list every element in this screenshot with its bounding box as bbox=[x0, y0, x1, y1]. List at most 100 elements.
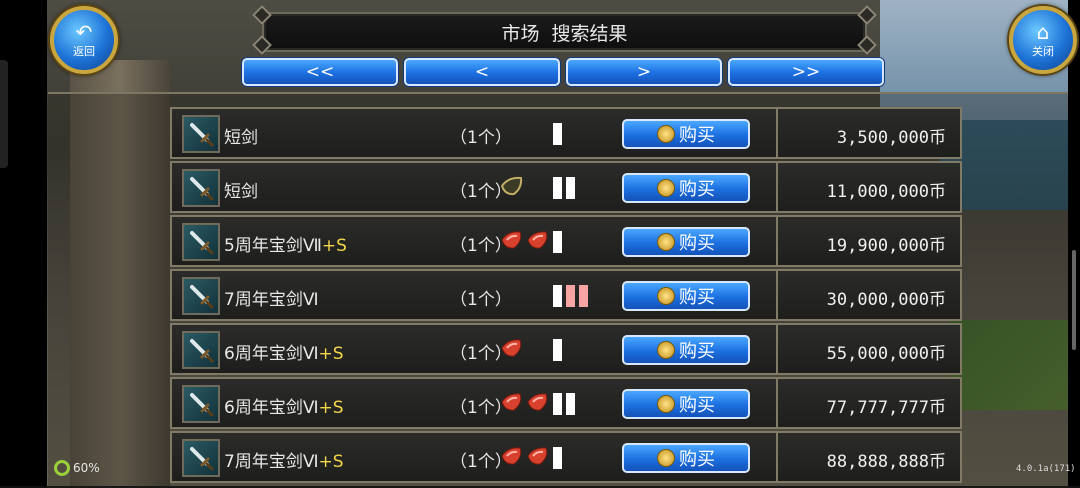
list-item[interactable]: 短剑 （1个） 购买 11,000,000币 bbox=[170, 161, 962, 213]
version-label: 4.0.1a(171) bbox=[1016, 464, 1076, 474]
coin-icon bbox=[657, 179, 675, 197]
search-results-list: 短剑 （1个） 购买 3,500,000币短剑 （1个） 购买 11,000,000币 5周年… bbox=[170, 107, 962, 485]
prev-page-button[interactable]: < bbox=[404, 58, 560, 86]
column-divider bbox=[776, 217, 778, 265]
battery-indicator: 60% bbox=[54, 460, 100, 476]
durability-bars bbox=[553, 123, 562, 145]
coin-icon bbox=[657, 287, 675, 305]
prev-page-label: < bbox=[474, 62, 490, 82]
red-gem-icon bbox=[526, 391, 550, 417]
back-button-label: 返回 bbox=[73, 44, 95, 58]
enhancement-label: +S bbox=[318, 398, 344, 418]
item-name: 7周年宝剑Ⅵ+S bbox=[224, 452, 344, 472]
column-divider bbox=[776, 163, 778, 211]
coin-icon bbox=[657, 341, 675, 359]
scrollbar[interactable] bbox=[1072, 250, 1076, 350]
item-name: 短剑 bbox=[224, 182, 258, 202]
durability-bar bbox=[553, 393, 562, 415]
item-count: （1个） bbox=[450, 128, 512, 148]
buy-button[interactable]: 购买 bbox=[622, 443, 750, 473]
item-price: 19,900,000币 bbox=[826, 236, 946, 256]
sword-icon[interactable] bbox=[182, 385, 220, 423]
home-icon: ⌂ bbox=[1036, 19, 1050, 44]
coin-icon bbox=[657, 395, 675, 413]
durability-bar bbox=[553, 339, 562, 361]
back-button[interactable]: ↶ 返回 bbox=[50, 6, 118, 74]
item-price: 30,000,000币 bbox=[826, 290, 946, 310]
red-gem-icon bbox=[500, 337, 524, 363]
buy-button[interactable]: 购买 bbox=[622, 389, 750, 419]
back-arrow-icon: ↶ bbox=[75, 19, 93, 44]
buy-button-label: 购买 bbox=[679, 179, 715, 200]
durability-bar bbox=[553, 231, 562, 253]
durability-bar bbox=[566, 177, 575, 199]
gem-slots bbox=[500, 230, 550, 254]
screen-notch bbox=[0, 60, 8, 168]
durability-bar bbox=[553, 447, 562, 469]
sword-icon[interactable] bbox=[182, 169, 220, 207]
battery-ring-icon bbox=[54, 460, 70, 476]
durability-bar bbox=[553, 285, 562, 307]
durability-bar bbox=[566, 393, 575, 415]
buy-button[interactable]: 购买 bbox=[622, 335, 750, 365]
item-name: 6周年宝剑Ⅵ+S bbox=[224, 398, 344, 418]
sword-icon[interactable] bbox=[182, 223, 220, 261]
red-gem-icon bbox=[526, 229, 550, 255]
sword-icon[interactable] bbox=[182, 331, 220, 369]
column-divider bbox=[776, 325, 778, 373]
list-item[interactable]: 短剑 （1个） 购买 3,500,000币 bbox=[170, 107, 962, 159]
item-price: 77,777,777币 bbox=[826, 398, 946, 418]
sword-icon[interactable] bbox=[182, 115, 220, 153]
title-text: 市场 搜索结果 bbox=[501, 22, 628, 45]
buy-button[interactable]: 购买 bbox=[622, 119, 750, 149]
buy-button-label: 购买 bbox=[679, 449, 715, 470]
seed-slot-icon bbox=[500, 175, 524, 201]
buy-button[interactable]: 购买 bbox=[622, 281, 750, 311]
screen-edge-right bbox=[1068, 0, 1080, 486]
item-price: 55,000,000币 bbox=[826, 344, 946, 364]
item-name: 短剑 bbox=[224, 128, 258, 148]
red-gem-icon bbox=[500, 391, 524, 417]
item-name: 7周年宝剑Ⅵ bbox=[224, 290, 319, 310]
sword-icon[interactable] bbox=[182, 439, 220, 477]
list-item[interactable]: 5周年宝剑Ⅶ+S （1个） 购买 19,900,000币 bbox=[170, 215, 962, 267]
coin-icon bbox=[657, 125, 675, 143]
close-button[interactable]: ⌂ 关闭 bbox=[1009, 6, 1077, 74]
page-title: 市场 搜索结果 bbox=[262, 12, 867, 52]
list-item[interactable]: 6周年宝剑Ⅵ+S （1个） 购买 77,777,777币 bbox=[170, 377, 962, 429]
red-gem-icon bbox=[526, 445, 550, 471]
item-count: （1个） bbox=[450, 290, 512, 310]
enhancement-label: +S bbox=[321, 236, 347, 256]
durability-bars bbox=[553, 285, 588, 307]
item-name: 6周年宝剑Ⅵ+S bbox=[224, 344, 344, 364]
red-gem-icon bbox=[500, 229, 524, 255]
list-item[interactable]: 7周年宝剑Ⅵ （1个） 购买 30,000,000币 bbox=[170, 269, 962, 321]
durability-bars bbox=[553, 447, 562, 469]
buy-button-label: 购买 bbox=[679, 125, 715, 146]
durability-bar bbox=[566, 285, 575, 307]
first-page-label: << bbox=[305, 62, 335, 82]
column-divider bbox=[776, 271, 778, 319]
coin-icon bbox=[657, 233, 675, 251]
buy-button-label: 购买 bbox=[679, 341, 715, 362]
last-page-button[interactable]: >> bbox=[728, 58, 884, 86]
next-page-label: > bbox=[636, 62, 652, 82]
durability-bars bbox=[553, 339, 562, 361]
durability-bars bbox=[553, 177, 575, 199]
buy-button-label: 购买 bbox=[679, 395, 715, 416]
last-page-label: >> bbox=[791, 62, 821, 82]
first-page-button[interactable]: << bbox=[242, 58, 398, 86]
buy-button-label: 购买 bbox=[679, 287, 715, 308]
coin-icon bbox=[657, 449, 675, 467]
list-item[interactable]: 7周年宝剑Ⅵ+S （1个） 购买 88,888,888币 bbox=[170, 431, 962, 483]
item-price: 3,500,000币 bbox=[836, 128, 946, 148]
buy-button-label: 购买 bbox=[679, 233, 715, 254]
buy-button[interactable]: 购买 bbox=[622, 227, 750, 257]
buy-button[interactable]: 购买 bbox=[622, 173, 750, 203]
next-page-button[interactable]: > bbox=[566, 58, 722, 86]
durability-bar bbox=[553, 123, 562, 145]
list-item[interactable]: 6周年宝剑Ⅵ+S （1个） 购买 55,000,000币 bbox=[170, 323, 962, 375]
durability-bars bbox=[553, 393, 575, 415]
item-name: 5周年宝剑Ⅶ+S bbox=[224, 236, 347, 256]
sword-icon[interactable] bbox=[182, 277, 220, 315]
